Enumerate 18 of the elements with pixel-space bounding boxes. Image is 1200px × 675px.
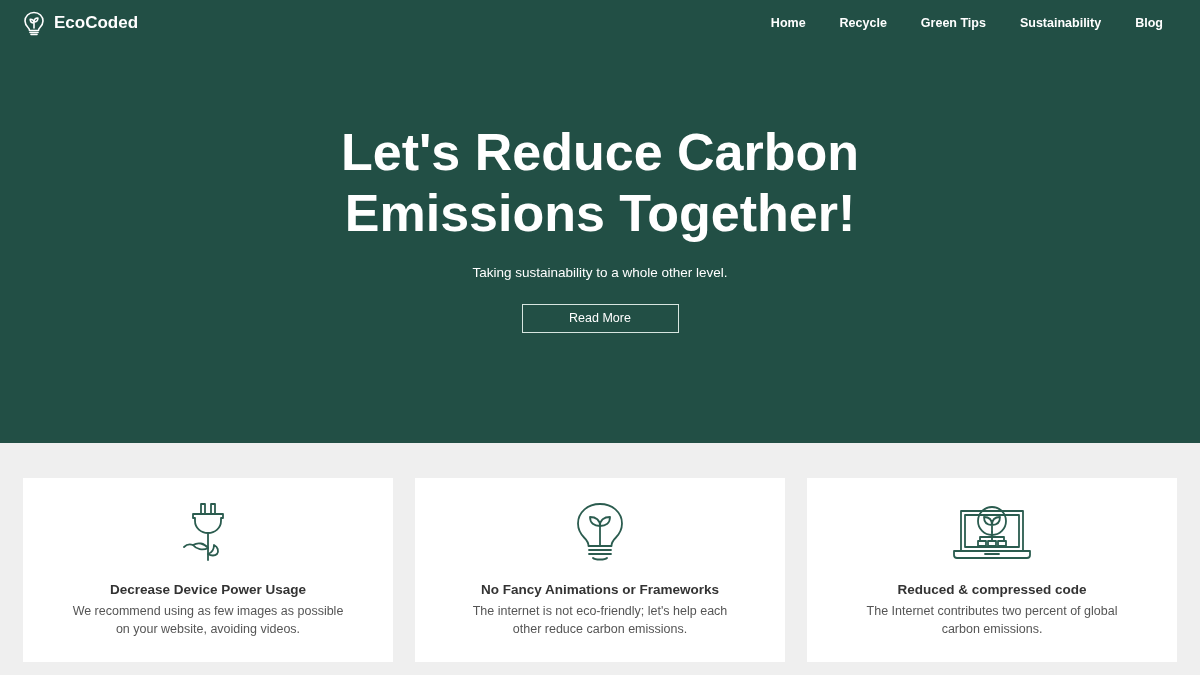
feature-description: The internet is not eco-friendly; let's help each other reduce carbon emissions.: [471, 603, 729, 638]
feature-title: No Fancy Animations or Frameworks: [480, 581, 720, 599]
feature-title: Decrease Device Power Usage: [110, 581, 306, 599]
nav-link[interactable]: Recycle: [839, 13, 887, 33]
feature-description: We recommend using as few images as possible on your website, avoiding videos.: [71, 603, 345, 638]
nav-link[interactable]: Sustainability: [1019, 13, 1102, 33]
nav-link[interactable]: Blog: [1135, 13, 1163, 33]
brand-name[interactable]: EcoCoded: [54, 10, 139, 36]
feature-description: The Internet contributes two percent of global carbon emissions.: [865, 603, 1119, 638]
nav-link[interactable]: Home: [770, 13, 806, 33]
feature-title: Reduced & compressed code: [897, 581, 1087, 599]
lightbulb-sprout-icon: [575, 502, 625, 562]
hero-subtitle: Taking sustainability to a whole other level.: [472, 264, 728, 282]
read-more-button[interactable]: Read More: [521, 304, 679, 333]
laptop-leaf-icon: [952, 503, 1032, 561]
lightbulb-leaf-icon: [22, 10, 46, 36]
nav-link[interactable]: Green Tips: [920, 13, 986, 33]
hero-title: Let's Reduce Carbon Emissions Together!: [340, 122, 860, 244]
